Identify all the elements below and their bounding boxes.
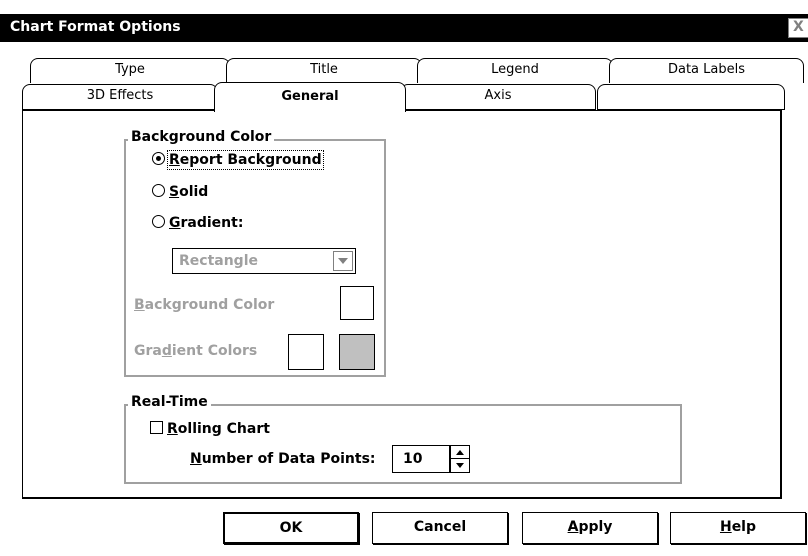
tab-label: 3D Effects [86,88,154,103]
spin-down-icon[interactable] [451,459,469,472]
background-color-group-label: Background Color [128,129,275,145]
close-button[interactable]: X [788,18,808,38]
realtime-group-label: Real-Time [128,394,211,410]
spin-up-icon[interactable] [451,446,469,459]
cancel-button[interactable]: Cancel [372,512,508,544]
background-color-swatch[interactable] [340,286,374,320]
radio-gradient[interactable]: Gradient: [152,215,243,231]
tab-legend[interactable]: Legend [417,58,613,83]
gradient-style-dropdown[interactable]: Rectangle [172,248,356,274]
title-bar[interactable]: Chart Format Options X [0,14,808,42]
radio-report-background[interactable]: Report Background [152,150,324,170]
checkbox-icon[interactable] [150,421,163,434]
tab-title[interactable]: Title [226,58,422,83]
gradient-colors-label: Gradient Colors [134,343,258,359]
tab-label: Axis [484,88,512,103]
tab-spacer [597,84,785,110]
data-points-spinner[interactable] [450,445,470,473]
apply-button[interactable]: Apply [522,512,658,544]
gradient-style-value: Rectangle [179,253,258,269]
dialog-window: Chart Format Options X Type Title Legend… [0,0,808,556]
gradient-color-2-swatch[interactable] [339,334,375,370]
rolling-chart-checkbox[interactable]: Rolling Chart [150,421,270,437]
tab-3d-effects[interactable]: 3D Effects [22,84,218,110]
tab-label: Title [310,62,338,77]
radio-button-icon[interactable] [152,184,165,197]
chevron-down-icon[interactable] [333,251,353,271]
tab-label: Type [115,62,145,77]
help-button[interactable]: Help [670,512,806,544]
radio-label: Report Background [167,150,324,170]
gradient-color-1-swatch[interactable] [288,334,324,370]
tab-type[interactable]: Type [30,58,230,83]
data-points-label: Number of Data Points: [190,451,376,467]
radio-solid[interactable]: Solid [152,184,208,200]
tab-axis[interactable]: Axis [400,84,596,110]
ok-button[interactable]: OK [223,512,359,544]
tab-general[interactable]: General [214,82,406,112]
data-points-input[interactable]: 10 [392,445,450,473]
background-color-label: Background Color [134,297,275,313]
tab-label: Legend [491,62,539,77]
close-icon: X [793,19,804,35]
radio-button-checked-icon[interactable] [152,152,165,165]
tab-label: General [281,89,339,104]
window-title: Chart Format Options [10,19,181,35]
tab-data-labels[interactable]: Data Labels [609,58,804,83]
tab-label: Data Labels [667,62,746,77]
radio-button-icon[interactable] [152,215,165,228]
